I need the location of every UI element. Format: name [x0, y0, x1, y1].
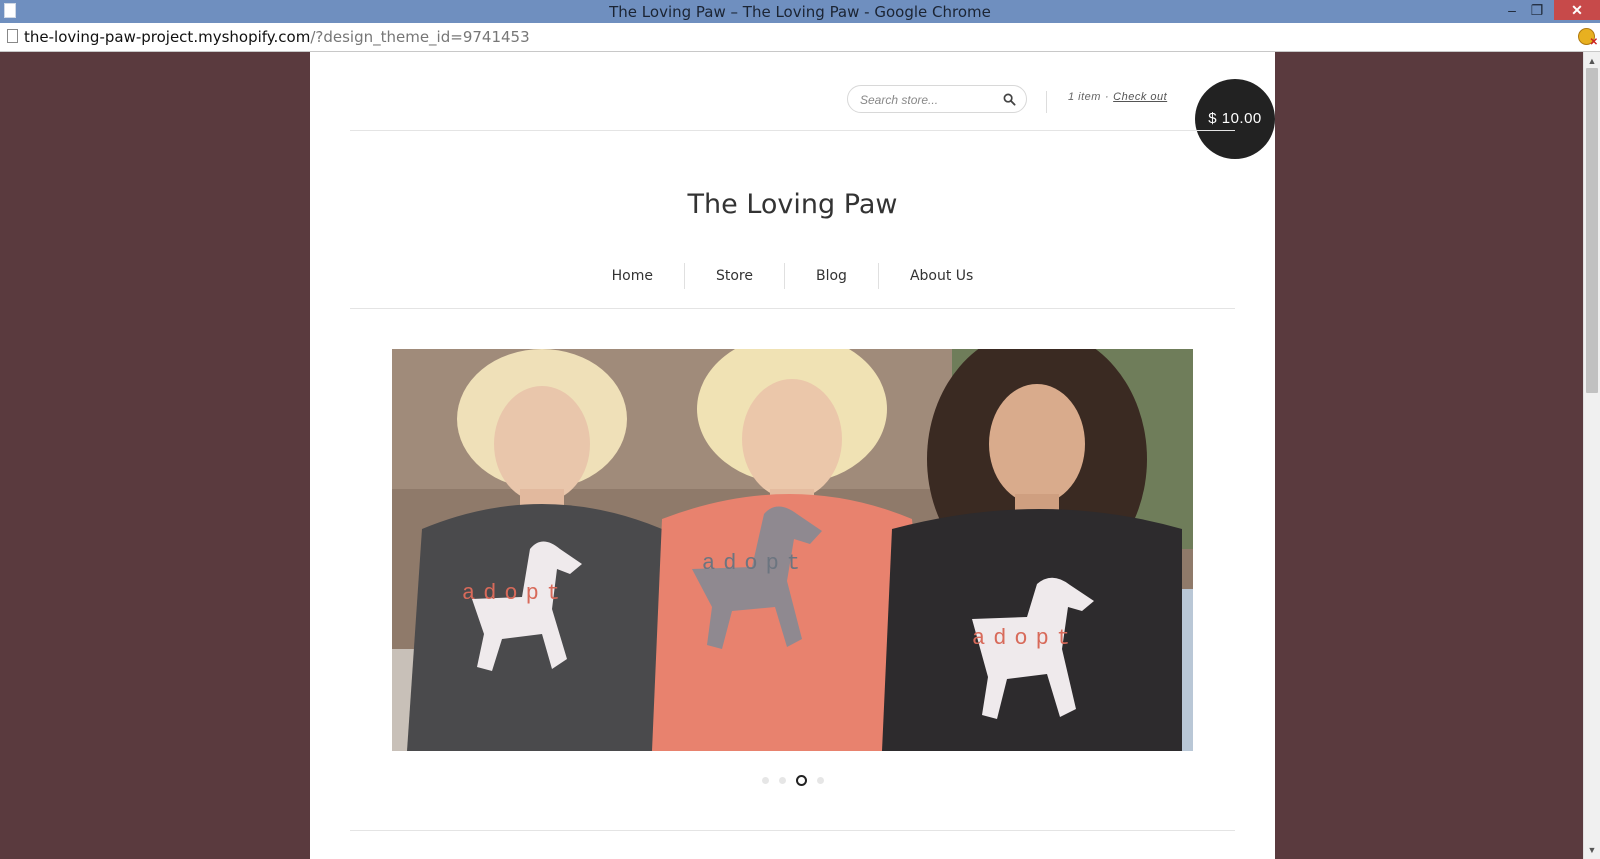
page-icon — [7, 29, 18, 43]
cart-count: 1 item — [1068, 91, 1101, 103]
restore-button[interactable]: ❐ — [1525, 0, 1549, 20]
nav-home[interactable]: Home — [581, 263, 684, 289]
nav-rule — [350, 308, 1235, 309]
url-text[interactable]: the-loving-paw-project.myshopify.com/?de… — [24, 28, 530, 46]
slide-dot[interactable] — [761, 776, 769, 784]
content-rule — [350, 830, 1235, 831]
header-rule — [350, 130, 1235, 131]
search-box[interactable] — [847, 85, 1027, 113]
slide-dot[interactable] — [816, 776, 824, 784]
scroll-down-arrow-icon[interactable]: ▼ — [1584, 843, 1600, 857]
store-page: 1 item·Check out $ 10.00 The Loving Paw … — [310, 52, 1275, 859]
extension-icon[interactable] — [1578, 28, 1598, 48]
url-host: the-loving-paw-project.myshopify.com — [24, 28, 311, 46]
browser-title-bar: The Loving Paw – The Loving Paw - Google… — [0, 0, 1600, 23]
nav-about-us[interactable]: About Us — [879, 263, 1004, 289]
url-path: /?design_theme_id=9741453 — [310, 28, 530, 46]
nav-blog[interactable]: Blog — [785, 263, 878, 289]
window-title: The Loving Paw – The Loving Paw - Google… — [609, 3, 991, 21]
address-bar[interactable]: the-loving-paw-project.myshopify.com/?de… — [0, 23, 1600, 52]
scroll-up-arrow-icon[interactable]: ▲ — [1584, 54, 1600, 68]
hero-slide-image[interactable]: adopt adopt adopt — [392, 349, 1193, 751]
store-title[interactable]: The Loving Paw — [310, 189, 1275, 220]
shirt-text-middle: adopt — [702, 551, 808, 576]
header-divider — [1046, 91, 1047, 113]
main-nav: Home Store Blog About Us — [310, 262, 1275, 290]
nav-store[interactable]: Store — [685, 263, 784, 289]
search-input[interactable] — [860, 91, 1000, 109]
close-button[interactable]: ✕ — [1554, 0, 1600, 20]
slide-dot[interactable] — [795, 774, 807, 786]
search-icon[interactable] — [1003, 93, 1016, 106]
shirt-text-left: adopt — [462, 581, 568, 606]
hero-photo: adopt adopt adopt — [392, 349, 1193, 751]
cart-total-bubble[interactable]: $ 10.00 — [1195, 79, 1275, 159]
shirt-text-right: adopt — [972, 626, 1078, 651]
cart-separator: · — [1104, 91, 1110, 103]
cart-summary: 1 item · Check out — [1068, 91, 1167, 103]
slideshow-pagination — [310, 773, 1275, 787]
checkout-link[interactable]: Check out — [1113, 91, 1167, 103]
minimize-button[interactable]: – — [1500, 0, 1524, 20]
slide-dot[interactable] — [778, 776, 786, 784]
page-scrollbar[interactable]: ▲ ▼ — [1583, 52, 1600, 859]
scrollbar-thumb[interactable] — [1586, 68, 1598, 393]
